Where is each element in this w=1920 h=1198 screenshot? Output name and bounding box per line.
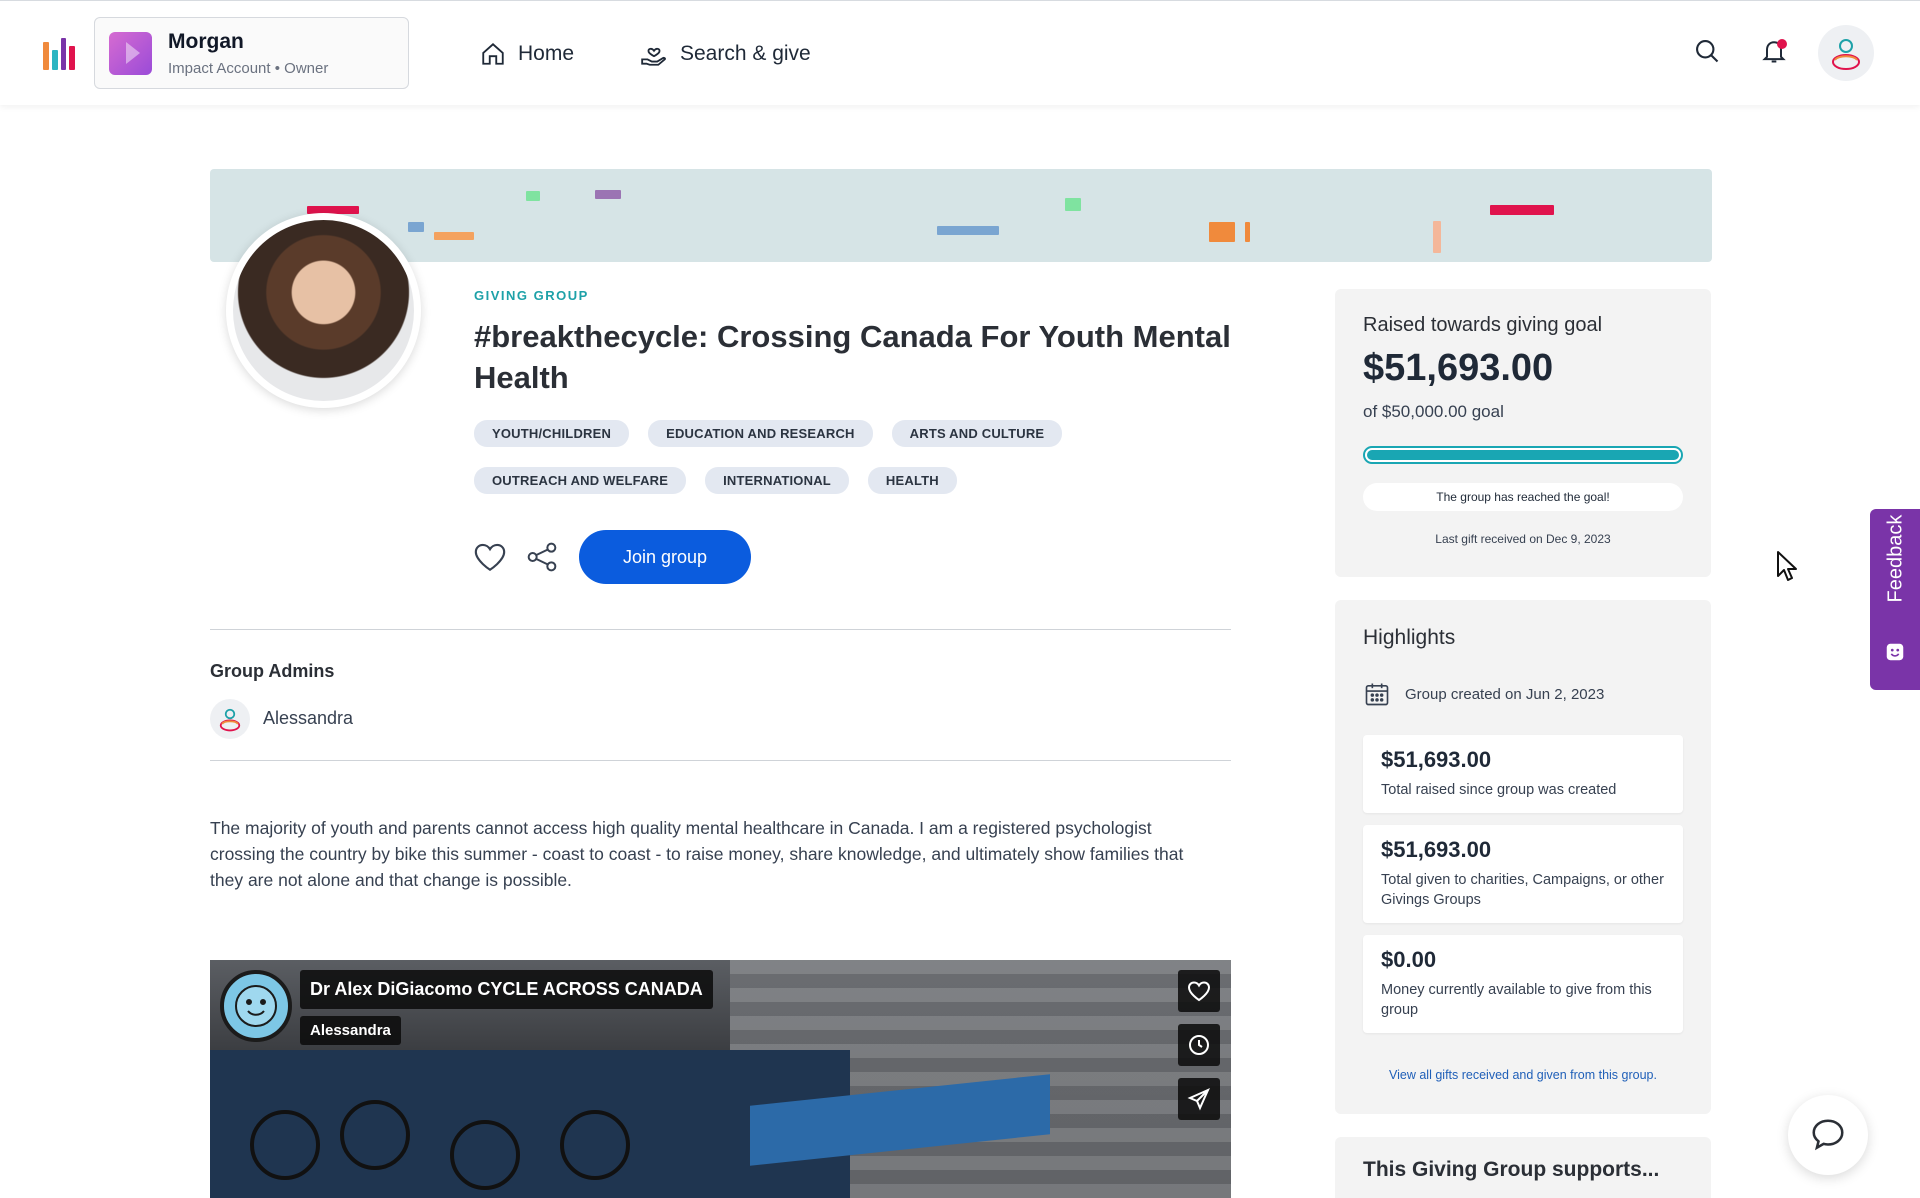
banner-decoration	[1433, 221, 1441, 253]
nav-search-give-label: Search & give	[680, 42, 811, 65]
banner-decoration	[1245, 222, 1250, 242]
group-type-label: GIVING GROUP	[474, 288, 589, 303]
banner-decoration	[434, 232, 474, 240]
stat-value: $0.00	[1381, 947, 1437, 972]
banner-decoration	[937, 226, 999, 235]
banner-decoration	[408, 222, 424, 232]
user-avatar-button[interactable]	[1818, 25, 1874, 81]
notifications-button[interactable]	[1760, 37, 1788, 70]
join-group-button[interactable]: Join group	[579, 530, 751, 584]
account-name: Morgan	[168, 30, 244, 53]
video-player[interactable]: Dr Alex DiGiacomo CYCLE ACROSS CANADA Al…	[210, 960, 1231, 1198]
account-type: Impact Account	[168, 60, 271, 77]
video-like-button[interactable]	[1178, 970, 1220, 1012]
stat-available: $0.00 Money currently available to give …	[1363, 935, 1683, 1033]
video-frame-wheel	[560, 1110, 630, 1180]
share-icon[interactable]	[525, 541, 559, 573]
video-frame-wheel	[450, 1120, 520, 1190]
cause-tag[interactable]: INTERNATIONAL	[705, 467, 849, 494]
goal-reached-message: The group has reached the goal!	[1363, 483, 1683, 511]
banner-decoration	[1490, 205, 1554, 215]
banner-decoration	[526, 191, 540, 201]
stat-value: $51,693.00	[1381, 837, 1492, 862]
goal-progress-fill	[1367, 450, 1679, 460]
chat-bubble-icon	[1812, 1119, 1844, 1151]
feedback-tab[interactable]: Feedback	[1870, 509, 1920, 690]
chat-button[interactable]	[1788, 1095, 1868, 1175]
cause-tag[interactable]: EDUCATION AND RESEARCH	[648, 420, 873, 447]
cause-tags: YOUTH/CHILDREN EDUCATION AND RESEARCH AR…	[474, 420, 1074, 494]
app-logo[interactable]	[43, 38, 75, 70]
banner-decoration	[595, 190, 621, 199]
giving-goal-card: Raised towards giving goal $51,693.00 of…	[1335, 289, 1711, 577]
video-watch-later-button[interactable]	[1178, 1024, 1220, 1066]
group-admins-heading: Group Admins	[210, 661, 335, 681]
banner-decoration	[1209, 222, 1235, 242]
smiley-icon	[235, 985, 277, 1027]
hand-heart-icon	[641, 47, 666, 66]
group-banner	[210, 169, 1712, 262]
supports-heading: This Giving Group supports...	[1363, 1158, 1660, 1181]
account-avatar	[109, 32, 152, 75]
highlights-heading: Highlights	[1363, 626, 1456, 649]
cause-tag[interactable]: YOUTH/CHILDREN	[474, 420, 630, 447]
video-channel-name[interactable]: Alessandra	[300, 1016, 401, 1045]
notification-dot	[1777, 39, 1787, 49]
clock-icon	[1189, 1035, 1209, 1055]
profile-photo-image	[233, 220, 414, 401]
stat-label: Total raised since group was created	[1381, 782, 1617, 798]
cause-tag[interactable]: OUTREACH AND WELFARE	[474, 467, 687, 494]
group-created-text: Group created on Jun 2, 2023	[1405, 685, 1605, 703]
video-frame-wheel	[340, 1100, 410, 1170]
account-switcher[interactable]: Morgan Impact Account • Owner	[94, 17, 409, 89]
goal-progress-bar	[1363, 446, 1683, 464]
cause-tag[interactable]: ARTS AND CULTURE	[891, 420, 1063, 447]
heart-icon[interactable]	[473, 541, 507, 573]
video-frame-wheel	[250, 1110, 320, 1180]
goal-heading: Raised towards giving goal	[1363, 314, 1603, 336]
last-gift-date: Last gift received on Dec 9, 2023	[1435, 532, 1611, 546]
top-navigation-bar: Morgan Impact Account • Owner Home Searc…	[0, 0, 1920, 105]
account-subtitle: Impact Account • Owner	[168, 60, 329, 77]
divider	[210, 629, 1231, 630]
user-icon	[1832, 39, 1860, 70]
feedback-label: Feedback	[1884, 514, 1907, 603]
mouse-cursor-icon	[1777, 551, 1797, 581]
admin-avatar[interactable]	[210, 699, 250, 739]
home-icon	[482, 43, 504, 65]
search-icon[interactable]	[1693, 37, 1721, 65]
cause-tag[interactable]: HEALTH	[867, 467, 957, 494]
admin-name-link[interactable]: Alessandra	[263, 708, 353, 729]
account-role: Owner	[284, 60, 329, 77]
divider	[210, 760, 1231, 761]
video-channel-avatar[interactable]	[220, 970, 292, 1042]
stat-label: Total given to charities, Campaigns, or …	[1381, 872, 1664, 908]
highlights-card: Highlights Group created on Jun 2, 2023 …	[1335, 600, 1711, 1114]
group-title: #breakthecycle: Crossing Canada For Yout…	[474, 319, 1231, 395]
smiley-icon	[1886, 643, 1904, 661]
goal-amount: of $50,000.00 goal	[1363, 402, 1504, 421]
stat-value: $51,693.00	[1381, 747, 1492, 772]
group-profile-photo	[226, 213, 421, 408]
video-title[interactable]: Dr Alex DiGiacomo CYCLE ACROSS CANADA	[300, 970, 713, 1009]
send-icon	[1187, 1088, 1210, 1111]
user-icon	[219, 708, 241, 732]
heart-icon	[1187, 981, 1211, 1002]
video-share-button[interactable]	[1178, 1078, 1220, 1120]
raised-amount: $51,693.00	[1363, 347, 1554, 389]
stat-total-given: $51,693.00 Total given to charities, Cam…	[1363, 825, 1683, 923]
group-description: The majority of youth and parents cannot…	[210, 818, 1184, 890]
stat-total-raised: $51,693.00 Total raised since group was …	[1363, 735, 1683, 813]
group-created-row: Group created on Jun 2, 2023	[1363, 680, 1604, 708]
view-all-gifts-link[interactable]: View all gifts received and given from t…	[1363, 1068, 1683, 1082]
banner-decoration	[1065, 198, 1081, 211]
calendar-icon	[1365, 683, 1389, 706]
nav-home-link[interactable]: Home	[480, 41, 574, 67]
supports-card: This Giving Group supports...	[1335, 1137, 1711, 1198]
nav-search-give-link[interactable]: Search & give	[640, 41, 811, 67]
group-actions: Join group	[473, 530, 751, 584]
nav-home-label: Home	[518, 42, 575, 65]
stat-label: Money currently available to give from t…	[1381, 982, 1652, 1018]
